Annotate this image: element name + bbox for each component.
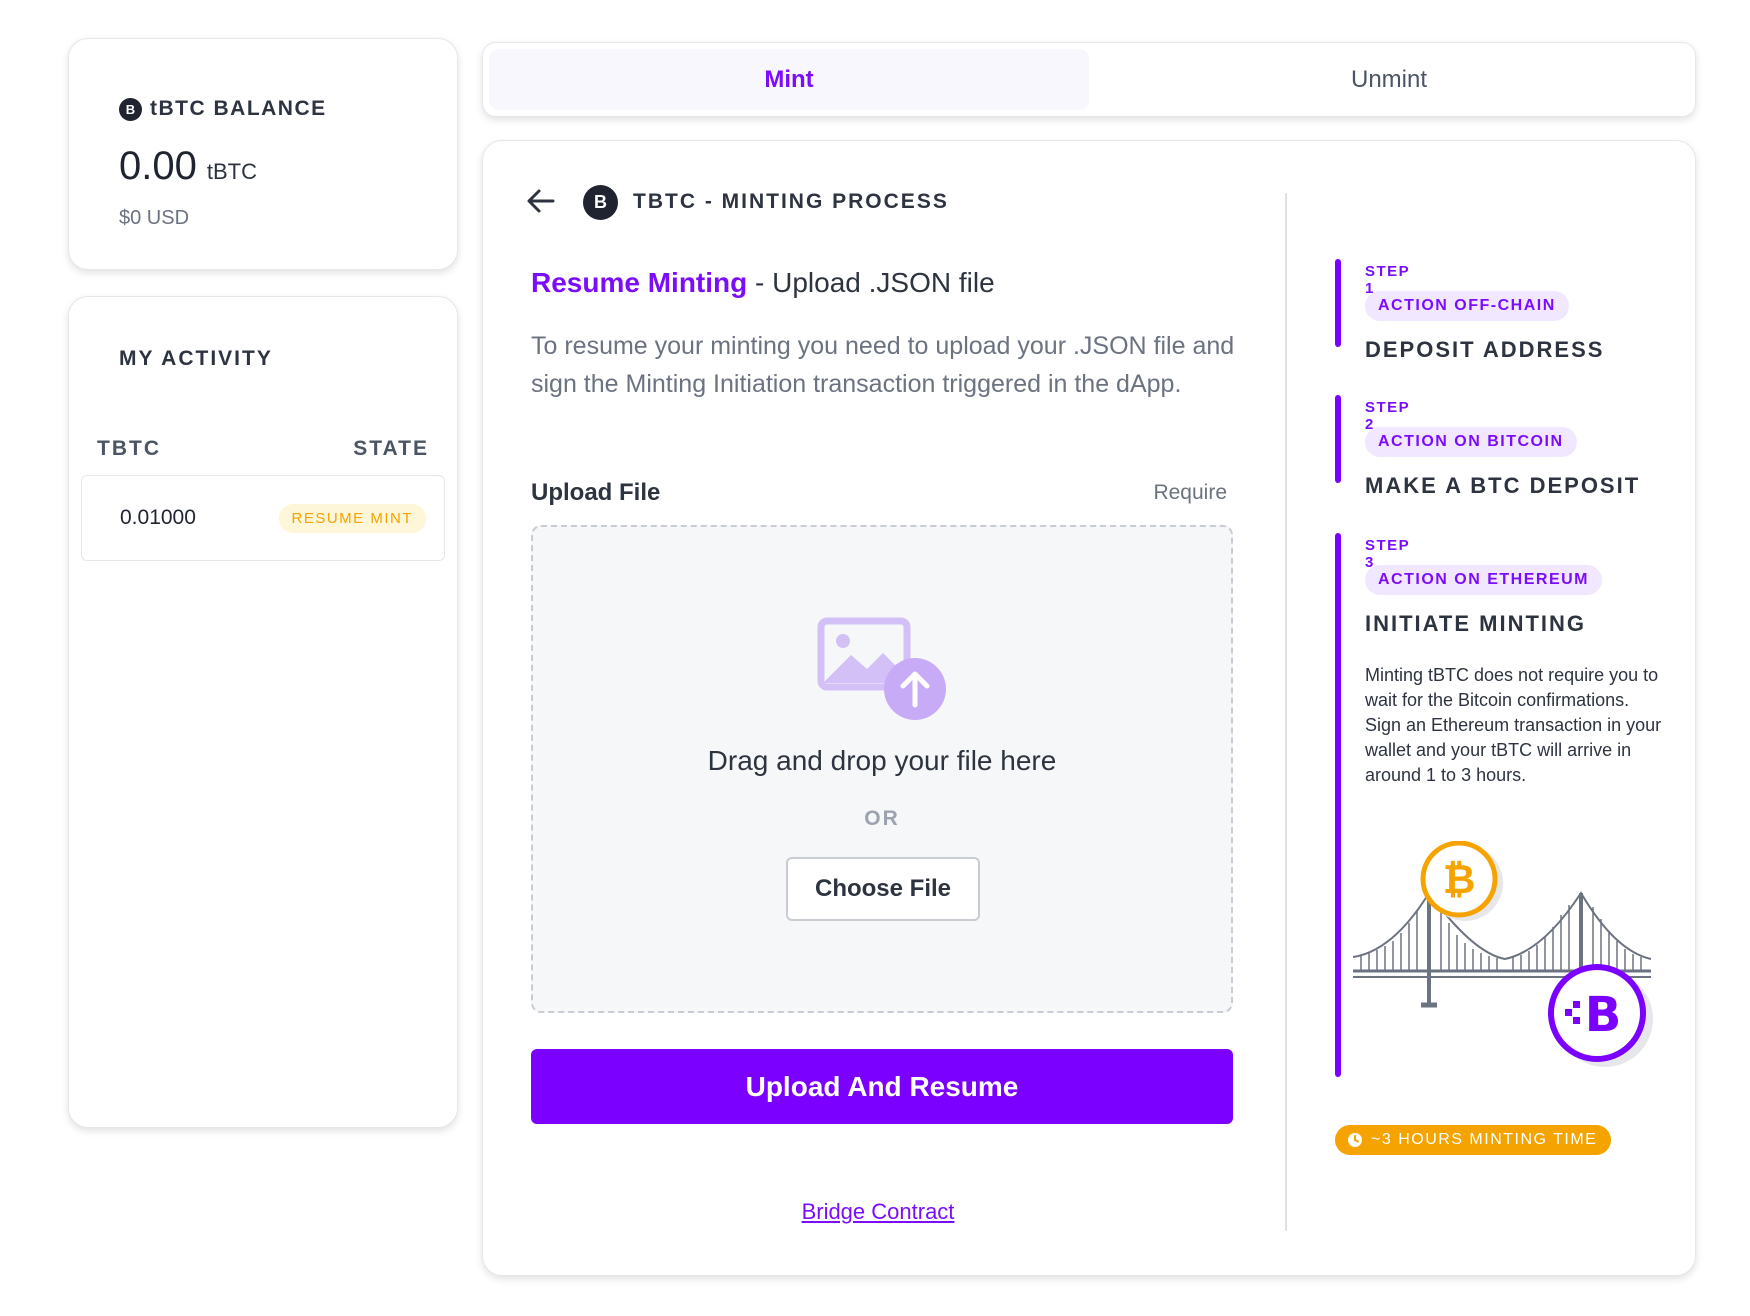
minting-time-badge: ~3 HOURS MINTING TIME [1335,1125,1612,1155]
step-1-name: DEPOSIT ADDRESS [1365,337,1605,362]
balance-header: B tBTC BALANCE [119,97,327,121]
clock-icon [1348,1133,1362,1147]
balance-card: B tBTC BALANCE 0.00 tBTC $0 USD [68,38,458,270]
tbtc-logo-icon: B [119,97,142,121]
balance-usd: $0 USD [119,207,190,229]
step-1-pill: ACTION OFF-CHAIN [1365,291,1569,321]
upload-file-label: Upload File [531,479,661,506]
balance-value: 0.00 [119,144,197,188]
step-2-pill: ACTION ON BITCOIN [1365,427,1577,457]
minting-process-card: B TBTC - MINTING PROCESS Resume Minting … [482,140,1696,1276]
step-2-bar [1335,395,1341,483]
step-3-pill: ACTION ON ETHEREUM [1365,565,1602,595]
svg-text:₿: ₿ [1443,857,1476,903]
activity-title: MY ACTIVITY [119,347,273,370]
activity-amount: 0.01000 [120,506,196,529]
tbtc-coin-icon: B [1548,964,1653,1067]
bitcoin-coin-icon: ₿ [1420,841,1503,921]
heading-rest: - Upload .JSON file [747,267,995,298]
column-header-state: STATE [353,437,429,460]
choose-file-button[interactable]: Choose File [786,857,980,921]
step-1-bar [1335,259,1341,347]
back-arrow-icon[interactable] [525,185,557,217]
vertical-divider [1285,193,1287,1231]
tab-mint[interactable]: Mint [489,49,1089,110]
balance-amount: 0.00 tBTC [119,144,257,189]
step-3-description-line-2: Sign an Ethereum transaction in your wal… [1365,715,1662,785]
step-3-description-line-1: Minting tBTC does not require you to wai… [1365,665,1659,710]
heading-accent: Resume Minting [531,267,748,298]
tab-unmint[interactable]: Unmint [1089,49,1689,110]
tbtc-logo-icon: B [583,185,618,220]
section-heading: Resume Minting - Upload .JSON file [531,267,995,299]
mint-unmint-tabs: Mint Unmint [482,42,1696,117]
page-title: TBTC - MINTING PROCESS [633,190,949,213]
step-2-name: MAKE A BTC DEPOSIT [1365,473,1641,498]
balance-unit: tBTC [206,159,257,184]
step-3-bar [1335,533,1341,1077]
activity-card: MY ACTIVITY TBTC STATE 0.01000 RESUME MI… [68,296,458,1128]
upload-image-icon [817,617,946,720]
column-header-tbtc: TBTC [97,437,161,460]
section-description: To resume your minting you need to uploa… [531,332,1235,398]
minting-time-text: ~3 HOURS MINTING TIME [1371,1131,1598,1148]
upload-and-resume-button[interactable]: Upload And Resume [531,1049,1233,1124]
step-3-name: INITIATE MINTING [1365,611,1587,636]
svg-text:B: B [1585,987,1622,1043]
status-badge: RESUME MINT [278,503,426,533]
require-label: Require [1153,481,1227,504]
dropzone-text: Drag and drop your file here [707,745,1057,776]
dropzone-or: OR [864,807,900,830]
file-dropzone[interactable]: Drag and drop your file here OR Choose F… [531,525,1233,1013]
activity-columns: TBTC STATE [97,437,429,461]
balance-title: tBTC BALANCE [150,97,327,120]
activity-row[interactable]: 0.01000 RESUME MINT [81,475,445,561]
bridge-illustration: ₿ B [1353,841,1653,1067]
step-3-description: Minting tBTC does not require you to wai… [1365,663,1665,788]
bridge-contract-link[interactable]: Bridge Contract [483,1199,1273,1225]
